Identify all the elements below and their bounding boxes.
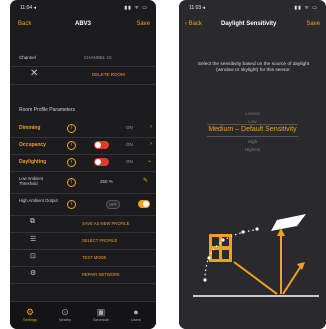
high-ambient-label: High Ambient Output — [19, 198, 58, 203]
light-ray — [282, 265, 302, 295]
channel-label: Channel — [19, 55, 36, 60]
section-title: Room Profile Parameters — [19, 107, 76, 113]
copy-icon: ⧉ — [30, 218, 35, 225]
channel-value: CHANNEL 15 — [84, 55, 112, 60]
status-time: 11:04 ◂ — [20, 5, 37, 11]
user-icon: ● — [133, 307, 139, 317]
back-label: Back — [188, 21, 203, 27]
status-icons: ▮▮ ᯤ ▭ — [124, 5, 148, 11]
low-ambient-value[interactable]: 250 % — [100, 179, 113, 184]
chevron-down-icon: ⌄ — [146, 158, 152, 164]
save-button[interactable]: Save — [136, 21, 150, 27]
test-mode-row[interactable]: ⊡ TEST MODE — [10, 249, 156, 267]
param-row-daylighting[interactable]: Daylighting i ON ⌄ — [10, 154, 156, 172]
window-pane — [222, 250, 229, 259]
status-time: 11:03 ◂ — [189, 5, 206, 11]
sensitivity-option[interactable]: High — [179, 139, 326, 144]
tab-label: Settings — [23, 318, 37, 322]
tab-nearby[interactable]: ⊙ Nearby — [50, 306, 80, 322]
high-ambient-row[interactable]: High Ambient Output i OFF — [10, 193, 156, 216]
location-icon: ⊙ — [61, 307, 69, 317]
sensitivity-option-selected[interactable]: Medium – Default Sensitivity — [179, 126, 326, 133]
window-pane — [212, 250, 219, 259]
save-button[interactable]: Save — [306, 21, 320, 27]
schedule-icon: ▣ — [96, 307, 106, 317]
phone-abv3-settings: 11:04 ◂ ▮▮ ᯤ ▭ Back ABV3 Save Channel CH… — [10, 0, 156, 329]
back-button[interactable]: ‹ Back — [185, 21, 202, 27]
pencil-icon[interactable]: ✎ — [143, 177, 148, 184]
tab-label: Users — [131, 318, 141, 322]
status-bar: 11:03 ◂ ▮▮ ᯤ ▭ — [179, 2, 326, 14]
window-pane — [212, 237, 219, 246]
page-title: Daylight Sensitivity — [221, 21, 277, 27]
tab-label: Nearby — [58, 318, 72, 322]
occupancy-toggle[interactable] — [94, 141, 109, 149]
channel-row[interactable]: Channel CHANNEL 15 — [10, 50, 156, 67]
info-icon[interactable]: i — [67, 124, 76, 133]
daylighting-toggle[interactable] — [94, 158, 109, 166]
network-icon: ⚙ — [30, 270, 37, 277]
sensitivity-option[interactable]: Highest — [179, 147, 326, 152]
gear-icon: ⚙ — [25, 307, 35, 317]
high-ambient-value: OFF — [106, 200, 120, 209]
bottom-bar — [179, 309, 326, 329]
select-profile-button[interactable]: SELECT PROFILE — [82, 238, 117, 243]
list-icon: ☰ — [30, 236, 37, 243]
status-bar: 11:04 ◂ ▮▮ ᯤ ▭ — [10, 2, 156, 14]
param-state: ON — [126, 142, 133, 147]
param-label: Daylighting — [19, 159, 47, 165]
param-label: Dimming — [19, 125, 41, 131]
sensitivity-option[interactable]: Lowest — [179, 111, 326, 116]
delete-room-row[interactable]: ✕ DELETE ROOM — [10, 66, 156, 85]
tab-bar: ⚙ Settings ⊙ Nearby ▣ Schedule ● Users — [10, 301, 156, 329]
arc-dot — [221, 238, 225, 242]
info-icon[interactable]: i — [67, 158, 76, 167]
chevron-right-icon: › — [150, 141, 152, 147]
instruction-text: Select the sensitivity based on the sour… — [197, 62, 310, 73]
status-icons: ▮▮ ᯤ ▭ — [294, 5, 318, 11]
arc-dot — [241, 230, 245, 234]
param-state: ON — [126, 159, 133, 164]
param-row-dimming[interactable]: Dimming i ON › — [10, 120, 156, 138]
repair-network-button[interactable]: REPAIR NETWORK — [82, 272, 120, 277]
picker-divider — [207, 136, 298, 137]
page-title: ABV3 — [74, 21, 91, 27]
info-icon[interactable]: i — [67, 178, 76, 187]
arc-dot — [255, 227, 259, 231]
picker-divider — [207, 124, 298, 125]
delete-room-button[interactable]: DELETE ROOM — [92, 72, 125, 77]
tab-label: Schedule — [93, 318, 109, 322]
light-ray — [233, 261, 278, 295]
tab-settings[interactable]: ⚙ Settings — [15, 306, 45, 322]
test-mode-button[interactable]: TEST MODE — [82, 255, 106, 260]
param-row-occupancy[interactable]: Occupancy i ON › — [10, 137, 156, 155]
low-ambient-label: Low Ambient Threshold — [19, 176, 43, 186]
save-as-new-profile-button[interactable]: SAVE AS NEW PROFILE — [82, 221, 129, 226]
info-icon[interactable]: i — [67, 200, 76, 209]
tab-schedule[interactable]: ▣ Schedule — [86, 306, 116, 322]
test-icon: ⊡ — [30, 253, 36, 260]
nav-bar: Back ABV3 Save — [10, 14, 156, 34]
screenshot-canvas: 11:04 ◂ ▮▮ ᯤ ▭ Back ABV3 Save Channel CH… — [0, 0, 326, 329]
select-profile-row[interactable]: ☰ SELECT PROFILE — [10, 232, 156, 250]
arc-dot — [207, 256, 211, 260]
close-icon: ✕ — [30, 68, 39, 79]
param-label: Occupancy — [19, 142, 46, 148]
chevron-right-icon: › — [150, 124, 152, 130]
nav-bar: ‹ Back Daylight Sensitivity Save — [179, 14, 326, 34]
low-ambient-row[interactable]: Low Ambient Threshold i 250 % ✎ — [10, 171, 156, 194]
phone-daylight-sensitivity: 11:03 ◂ ▮▮ ᯤ ▭ ‹ Back Daylight Sensitivi… — [179, 0, 326, 329]
high-ambient-toggle[interactable] — [138, 200, 150, 208]
tab-users[interactable]: ● Users — [121, 306, 151, 322]
save-profile-row[interactable]: ⧉ SAVE AS NEW PROFILE — [10, 215, 156, 233]
param-state: ON — [126, 125, 133, 130]
arc-dot — [203, 278, 207, 282]
repair-network-row[interactable]: ⚙ REPAIR NETWORK — [10, 266, 156, 284]
info-icon[interactable]: i — [67, 141, 76, 150]
skylight-panel — [271, 214, 306, 231]
daylight-illustration — [193, 214, 319, 297]
